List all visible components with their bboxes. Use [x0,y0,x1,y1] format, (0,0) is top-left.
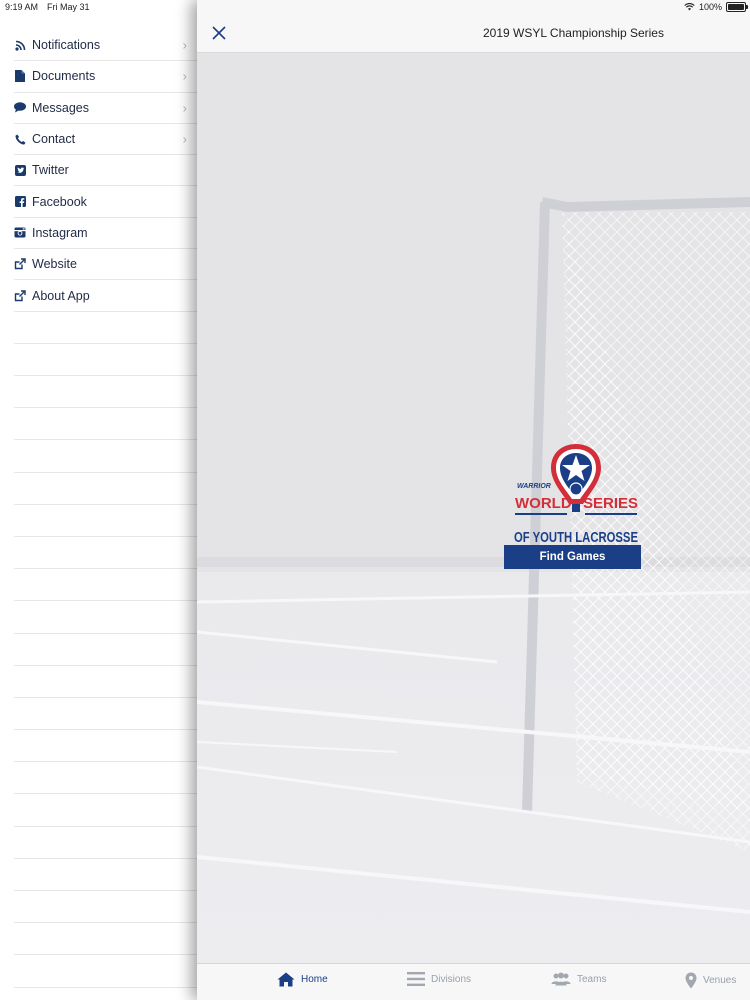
empty-row [14,698,197,731]
empty-row [14,891,197,924]
main-panel: 2019 WSYL Championship Series WARRIOR WO… [197,0,750,1000]
empty-row [14,440,197,473]
rss-icon [14,39,26,51]
sidebar-item-documents[interactable]: Documents › [14,61,197,93]
status-right: 100% [684,2,748,12]
sidebar-item-label: About App [32,288,90,303]
sidebar-item-label: Website [32,257,77,272]
sidebar-item-website[interactable]: Website [14,249,197,281]
sidebar-item-label: Instagram [32,225,88,240]
status-time: 9:19 AM [5,2,39,12]
chevron-right-icon: › [182,68,187,84]
external-link-icon [14,289,26,302]
logo-text-warrior: WARRIOR [517,483,551,490]
tab-divisions[interactable]: Divisions [407,972,471,986]
twitter-icon [14,164,26,176]
battery-icon [726,2,748,12]
sidebar-menu: Notifications › Documents › Messages › C… [0,0,197,1000]
sidebar-item-notifications[interactable]: Notifications › [14,30,197,62]
empty-row [14,601,197,634]
tab-label: Home [301,974,328,985]
sidebar-item-label: Twitter [32,163,69,178]
sidebar-item-label: Contact [32,132,76,147]
tab-home[interactable]: Home [277,972,328,987]
chevron-right-icon: › [182,37,187,53]
empty-row [14,794,197,827]
empty-row [14,376,197,409]
hero-background: WARRIOR WORLD SERIES OF YOUTH LACROSSE F… [197,52,750,963]
lacrosse-field-image [197,52,750,963]
sidebar-item-label: Facebook [32,194,87,209]
sidebar-item-messages[interactable]: Messages › [14,93,197,124]
empty-row [14,827,197,859]
logo-text-world: WORLD [515,495,572,512]
logo-text-series: SERIES [583,495,638,512]
phone-icon [14,133,26,145]
wifi-icon [684,3,695,11]
logo-text-youth-lacrosse: OF YOUTH LACROSSE [514,530,638,546]
sidebar-item-label: Documents [32,69,96,84]
empty-row [14,408,197,441]
map-pin-icon [685,972,697,989]
empty-row [14,312,197,344]
people-icon [551,972,571,986]
sidebar-item-label: Messages [32,100,89,115]
tab-teams[interactable]: Teams [551,972,606,986]
tab-venues[interactable]: Venues [685,972,736,989]
sidebar-item-twitter[interactable]: Twitter [14,155,197,187]
empty-row [14,666,197,698]
facebook-icon [14,196,26,208]
page-title: 2019 WSYL Championship Series [483,26,664,40]
tab-bar: Home Divisions Teams Venues [197,963,750,1000]
empty-row [14,344,197,377]
menu-list: Notifications › Documents › Messages › C… [0,30,197,988]
status-date: Fri May 31 [47,2,90,12]
empty-row [14,505,197,537]
wsyl-logo: WARRIOR WORLD SERIES OF YOUTH LACROSSE [514,444,638,546]
empty-row [14,923,197,956]
sidebar-item-contact[interactable]: Contact › [14,124,197,156]
instagram-icon [14,227,26,239]
empty-row [14,762,197,795]
empty-row [14,730,197,763]
empty-row [14,569,197,602]
navigation-bar: 2019 WSYL Championship Series [197,16,750,53]
home-icon [277,972,295,987]
sidebar-item-label: Notifications [32,38,101,53]
tab-label: Venues [703,975,737,986]
status-bar: 9:19 AM Fri May 31 100% [0,0,750,16]
sidebar-item-about-app[interactable]: About App [14,280,197,312]
chevron-right-icon: › [182,100,187,116]
empty-row [14,859,197,892]
external-link-icon [14,258,26,270]
list-icon [407,972,425,986]
tab-label: Divisions [431,973,472,985]
tab-label: Teams [577,973,607,985]
sidebar-item-instagram[interactable]: Instagram [14,218,197,250]
empty-row [14,955,197,988]
chevron-right-icon: › [182,131,187,147]
chat-bubble-icon [14,102,26,114]
find-games-button[interactable]: Find Games [504,545,641,569]
empty-row [14,634,197,666]
battery-percent: 100% [698,2,722,12]
empty-row [14,537,197,570]
sidebar-item-facebook[interactable]: Facebook [14,186,197,218]
empty-row [14,473,197,505]
document-icon [14,70,26,83]
